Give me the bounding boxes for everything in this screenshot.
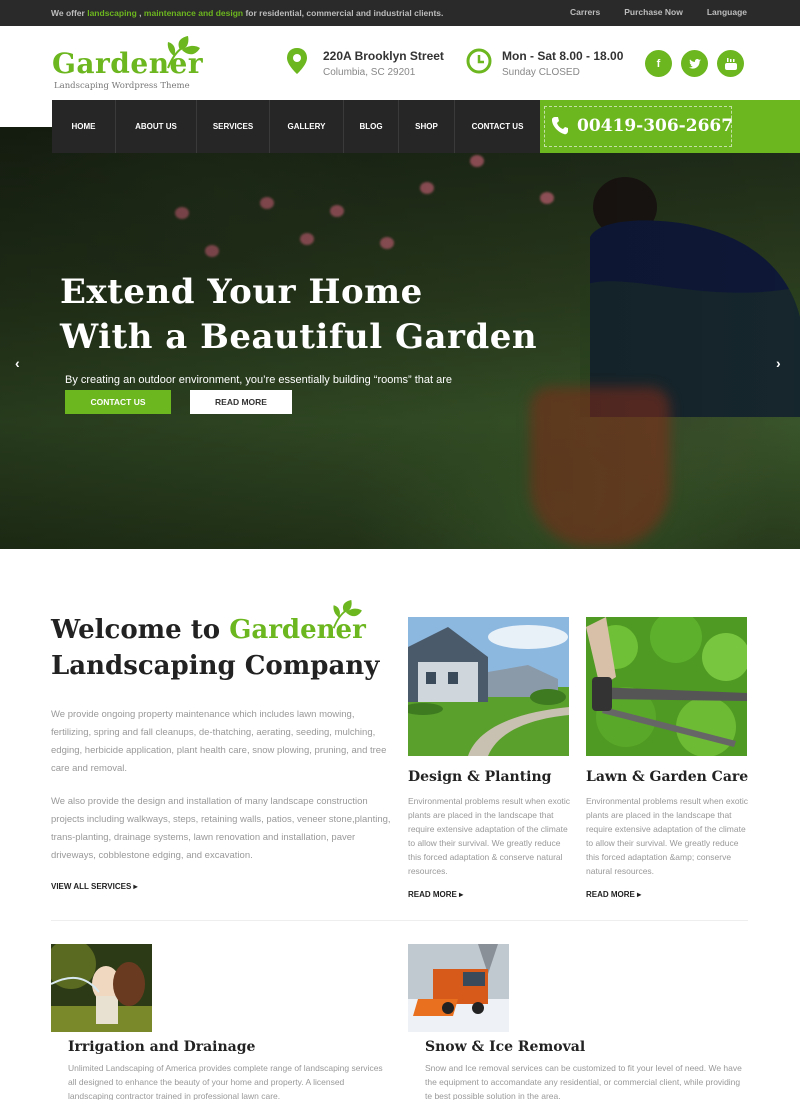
hero-slider: Extend Your Home With a Beautiful Garden…	[0, 127, 800, 549]
snow-removal-title: Snow & Ice Removal	[425, 1039, 586, 1055]
nav-home[interactable]: HOME	[52, 100, 116, 153]
service-image-irrigation[interactable]	[51, 944, 152, 1032]
service-text: Environmental problems result when exoti…	[408, 796, 571, 876]
phone-icon	[552, 117, 568, 135]
snow-removal-text: Snow and Ice removal services can be cus…	[425, 1063, 742, 1100]
leaf-icon	[167, 36, 200, 69]
caret-right-icon: ▸	[459, 890, 464, 899]
service-title: Lawn & Garden Care	[586, 769, 749, 785]
location-pin-icon	[287, 48, 307, 74]
hero-title-line2: With a Beautiful Garden	[60, 317, 538, 357]
welcome-paragraph-2: We also provide the design and installat…	[51, 796, 391, 861]
link-careers[interactable]: Carrers	[570, 7, 600, 17]
top-bar-links: Carrers Purchase Now Language	[570, 7, 747, 17]
irrigation-title: Irrigation and Drainage	[68, 1039, 256, 1055]
address-line2: Columbia, SC 29201	[323, 67, 416, 78]
hours-line2: Sunday CLOSED	[502, 67, 580, 78]
hero-lead: By creating an outdoor environment, you’…	[65, 374, 453, 386]
service-image-house[interactable]	[408, 617, 569, 756]
nav-shop[interactable]: SHOP	[399, 100, 455, 153]
link-language[interactable]: Language	[707, 7, 747, 17]
nav-gallery[interactable]: GALLERY	[270, 100, 344, 153]
address-line1: 220A Brooklyn Street	[323, 49, 444, 63]
service-card-lawn: Lawn & Garden Care Environmental problem…	[586, 617, 748, 899]
nav-services[interactable]: SERVICES	[197, 100, 270, 153]
hero-read-more-button[interactable]: READ MORE	[190, 390, 292, 414]
phone-box[interactable]: 00419-306-2667	[540, 100, 800, 153]
link-purchase-now[interactable]: Purchase Now	[624, 7, 683, 17]
top-bar-message: We offer landscaping , maintenance and d…	[51, 8, 444, 18]
youtube-icon[interactable]	[717, 50, 744, 77]
logo[interactable]: Gardener Landscaping Wordpress Theme	[52, 36, 212, 96]
read-more-link[interactable]: READ MORE ▸	[408, 890, 570, 899]
clock-icon	[466, 48, 492, 74]
read-more-link[interactable]: READ MORE ▸	[586, 890, 748, 899]
main-nav: HOME ABOUT US SERVICES GALLERY BLOG SHOP…	[52, 100, 540, 153]
welcome-paragraph-1: We provide ongoing property maintenance …	[51, 709, 387, 774]
twitter-icon[interactable]	[681, 50, 708, 77]
logo-tagline: Landscaping Wordpress Theme	[54, 81, 190, 91]
leaf-icon	[332, 600, 362, 629]
highlight-maintenance: maintenance and design	[143, 8, 244, 18]
service-image-snow-plow[interactable]	[408, 944, 509, 1032]
service-title: Design & Planting	[408, 769, 552, 785]
top-bar: We offer landscaping , maintenance and d…	[0, 0, 800, 26]
hours-line1: Mon - Sat 8.00 - 18.00	[502, 49, 624, 63]
slider-next-arrow-icon[interactable]: ›	[776, 355, 781, 371]
nav-about-us[interactable]: ABOUT US	[116, 100, 197, 153]
service-text: Environmental problems result when exoti…	[586, 796, 749, 876]
service-image-hedge-trimming[interactable]	[586, 617, 747, 756]
caret-right-icon: ▸	[133, 882, 138, 891]
facebook-icon[interactable]: f	[645, 50, 672, 77]
caret-right-icon: ▸	[637, 890, 642, 899]
highlight-landscaping: landscaping	[87, 8, 137, 18]
slider-prev-arrow-icon[interactable]: ‹	[15, 355, 20, 371]
section-divider	[51, 920, 748, 921]
view-all-services-link[interactable]: VIEW ALL SERVICES ▸	[51, 882, 138, 891]
hero-title-line1: Extend Your Home	[60, 272, 423, 312]
irrigation-text: Unlimited Landscaping of America provide…	[68, 1063, 383, 1100]
nav-contact-us[interactable]: CONTACT US	[455, 100, 540, 153]
service-card-design: Design & Planting Environmental problems…	[408, 617, 570, 899]
site-header: Gardener Landscaping Wordpress Theme 220…	[0, 26, 800, 100]
social-links: f	[645, 50, 744, 77]
phone-number: 00419-306-2667	[577, 116, 734, 136]
hero-contact-button[interactable]: CONTACT US	[65, 390, 171, 414]
nav-blog[interactable]: BLOG	[344, 100, 399, 153]
